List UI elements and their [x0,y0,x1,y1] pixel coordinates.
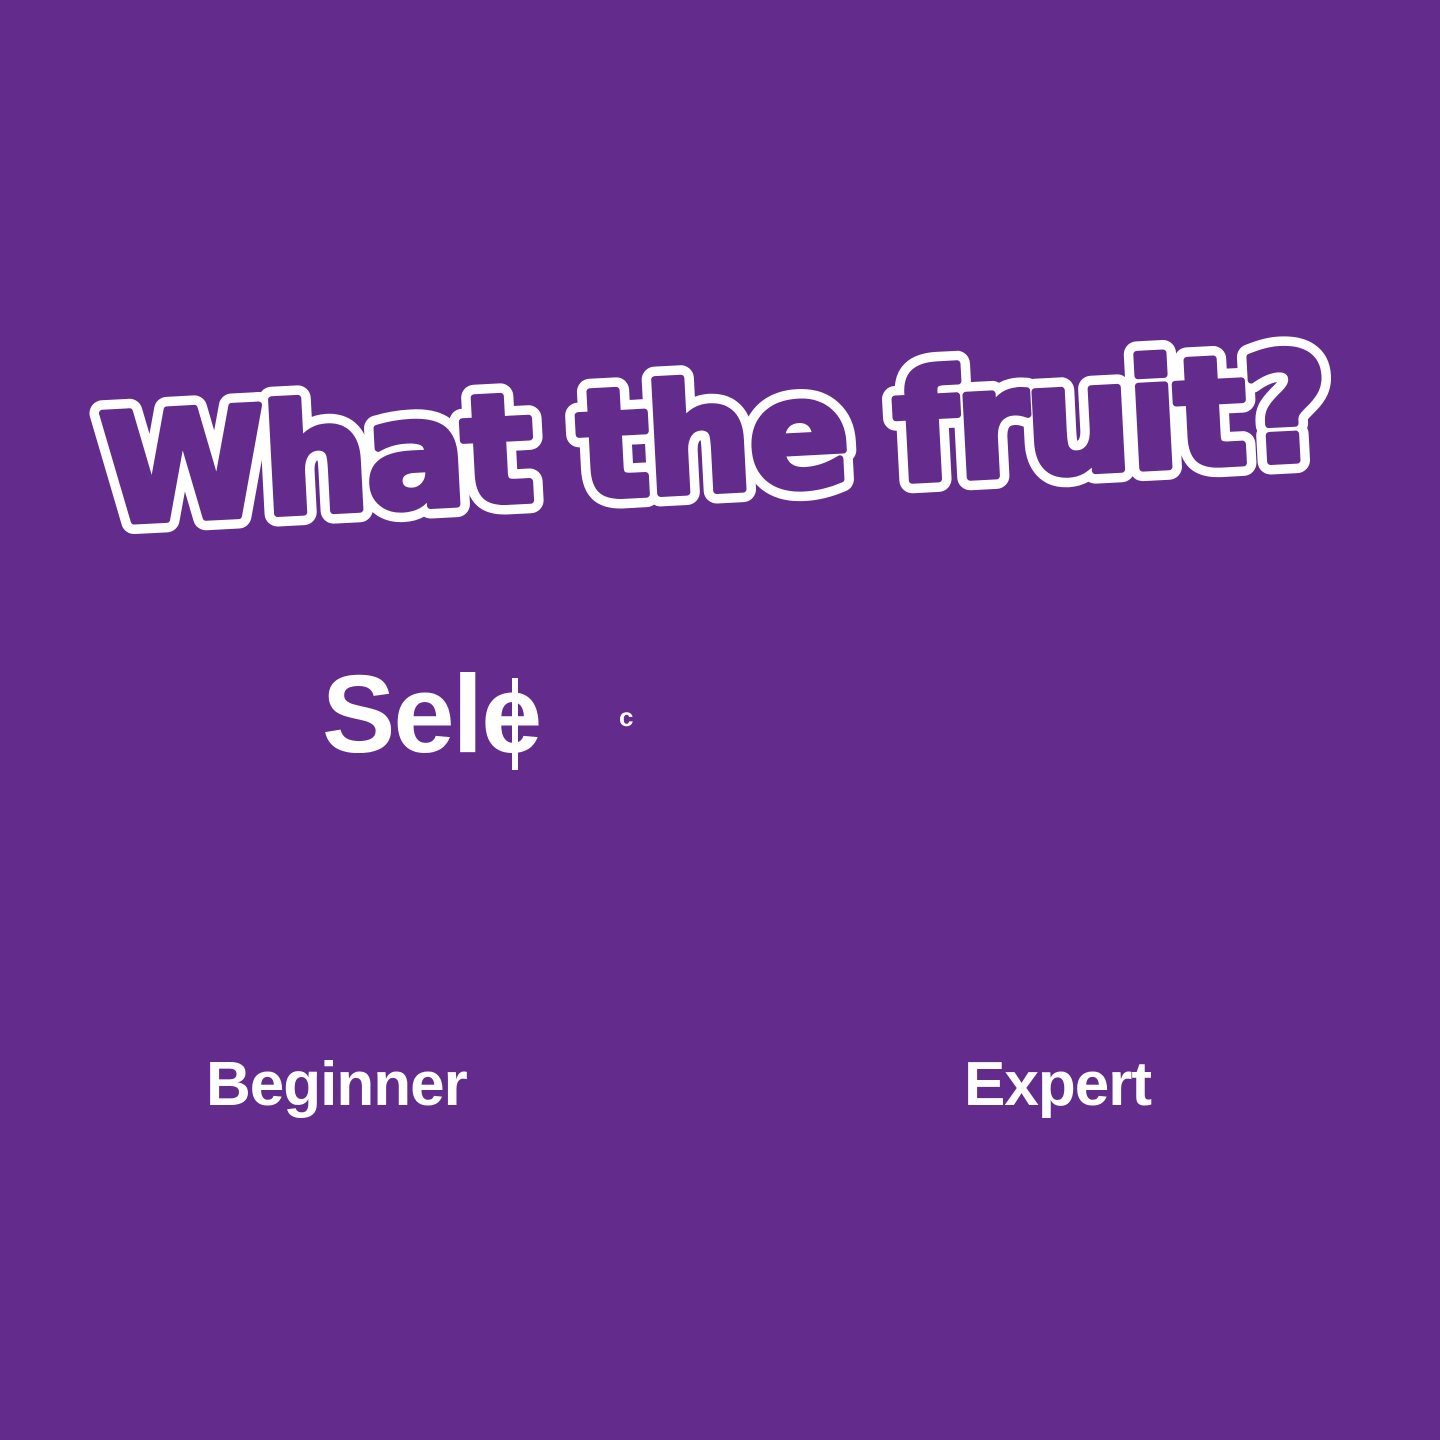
beginner-level-button[interactable]: Beginner [206,1040,468,1130]
expert-level-button[interactable]: Expert [964,1040,1152,1130]
text-cursor [512,678,518,770]
game-title-logo: What the fruit? What the fruit? [84,308,1343,572]
select-heading-trailing-letter: c [619,702,634,732]
game-start-screen: What the fruit? What the fruit? Sele c B… [0,0,1440,1440]
game-title-text: What the fruit? [97,321,1330,559]
select-level-heading: Sele [322,653,542,776]
